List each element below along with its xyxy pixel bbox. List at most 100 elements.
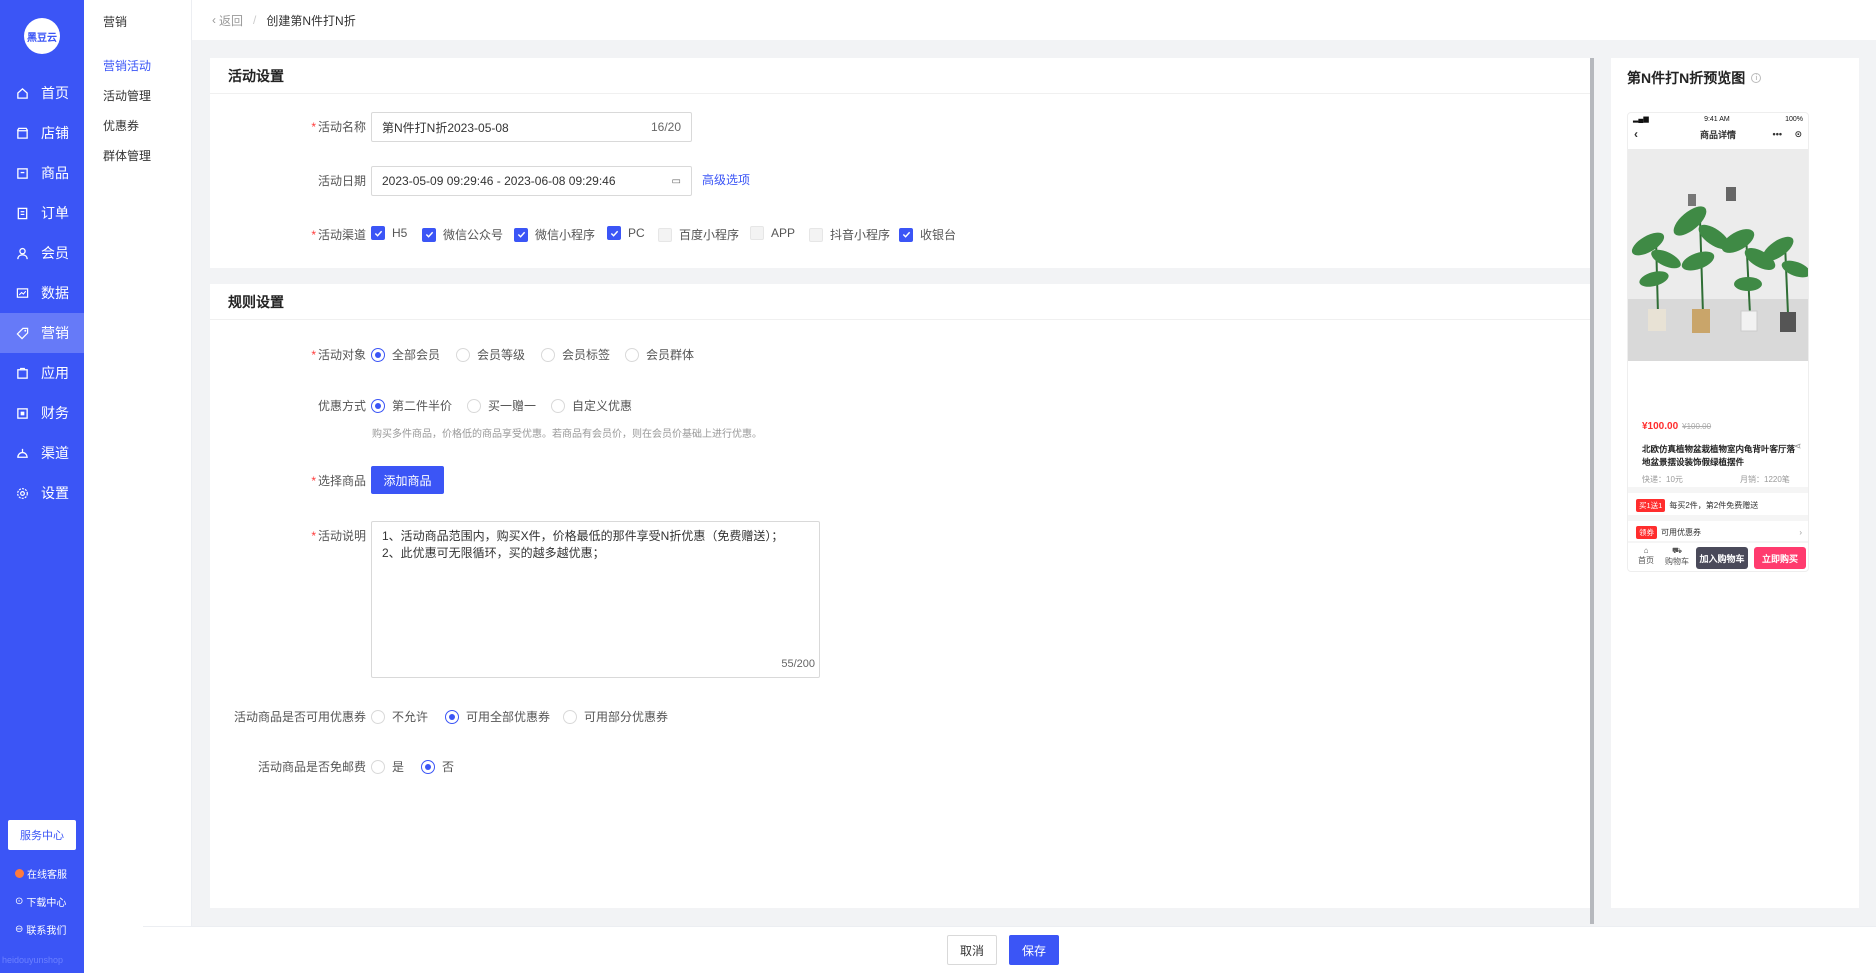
chevron-left-icon: ‹ (1634, 127, 1638, 141)
channel-label: 抖音小程序 (830, 228, 891, 242)
product-price: ¥100.00 ¥100.00 (1642, 421, 1712, 432)
phone-header-title: 商品详情 (1699, 129, 1736, 140)
nav-item-order[interactable]: 订单 (0, 193, 84, 233)
nav-item-finance[interactable]: 财务 (0, 393, 84, 433)
coupon-row[interactable]: 领券 可用优惠券 › (1636, 526, 1802, 539)
discount-custom-radio[interactable]: 自定义优惠 (551, 397, 632, 414)
main-nav: 黑豆云 首页 店铺 商品 订单 会员 数据 营销 应用 财务 渠道 设置 服务中… (0, 0, 84, 973)
channel-wechat-official-checkbox[interactable]: 微信公众号 (422, 226, 503, 243)
discount-half-price-radio[interactable]: 第二件半价 (371, 397, 452, 414)
more-icon: ••• (1772, 129, 1782, 139)
sub-item-coupons[interactable]: 优惠券 (103, 117, 139, 134)
channel-label: 收银台 (920, 228, 957, 242)
channel-douyin-checkbox[interactable]: 抖音小程序 (809, 226, 890, 243)
sub-item-group-management[interactable]: 群体管理 (103, 147, 151, 164)
checkbox-checked-icon (422, 227, 436, 242)
advanced-options-link[interactable]: 高级选项 (702, 171, 750, 188)
coupon-all-radio[interactable]: 可用全部优惠券 (445, 708, 550, 725)
activity-description-textarea[interactable]: 1、活动商品范围内，购买X件，价格最低的那件享受N折优惠（免费赠送）； 2、此优… (371, 521, 820, 678)
channel-label: H5 (392, 226, 408, 240)
divider (1628, 541, 1808, 543)
monthly-sales: 月销：1220笔 (1740, 475, 1790, 484)
radio-label: 会员标签 (562, 348, 611, 362)
online-support-link[interactable]: 在线客服 (15, 866, 67, 881)
free-shipping-yes-radio[interactable]: 是 (371, 758, 404, 775)
radio-selected (421, 759, 435, 774)
gear-icon (15, 486, 29, 500)
contact-us-link[interactable]: ⊖ 联系我们 (15, 922, 66, 937)
battery-level: 100% (1785, 115, 1803, 123)
activity-date-picker[interactable]: 2023-05-09 09:29:46 - 2023-06-08 09:29:4… (371, 166, 692, 196)
nav-item-member[interactable]: 会员 (0, 233, 84, 273)
share-icon[interactable]: ⋖ (1794, 441, 1802, 452)
sub-item-activity-management[interactable]: 活动管理 (103, 87, 151, 104)
panel-splitter[interactable] (1590, 58, 1594, 924)
phone-header: ‹ 商品详情 ••• ⊙ (1628, 125, 1808, 143)
add-goods-button[interactable]: 添加商品 (371, 466, 444, 494)
buy-now-button[interactable]: 立即购买 (1754, 547, 1806, 569)
discount-buy-one-get-one-radio[interactable]: 买一赠一 (467, 397, 536, 414)
coupon-partial-radio[interactable]: 可用部分优惠券 (563, 708, 668, 725)
divider (1628, 515, 1808, 521)
target-member-group-radio[interactable]: 会员群体 (625, 346, 694, 363)
nav-item-home[interactable]: 首页 (0, 73, 84, 113)
target-label: * 活动对象 (311, 348, 366, 362)
promotion-text: 每买2件，第2件免费赠送 (1669, 501, 1759, 510)
footer-watermark: heidouyunshop (2, 955, 64, 965)
breadcrumb: ‹ 返回 / 创建第N件打N折 (192, 0, 1876, 40)
activity-name-value: 第N件打N折2023-05-08 (382, 120, 509, 135)
activity-name-input[interactable]: 第N件打N折2023-05-08 16/20 (371, 112, 692, 142)
preview-title-text: 第N件打N折预览图 (1627, 70, 1746, 86)
nav-item-marketing[interactable]: 营销 (0, 313, 84, 353)
channel-baidu-checkbox[interactable]: 百度小程序 (658, 226, 739, 243)
checkbox-checked-icon (607, 226, 621, 240)
sub-item-marketing-activity[interactable]: 营销活动 (103, 57, 151, 74)
nav-item-label: 数据 (41, 285, 69, 301)
phone-status-bar: ▂▄▆ 9:41 AM 100% (1628, 113, 1808, 125)
channel-h5-checkbox[interactable]: H5 (371, 226, 407, 240)
target-member-tag-radio[interactable]: 会员标签 (541, 346, 610, 363)
channel-cashier-checkbox[interactable]: 收银台 (899, 226, 956, 243)
channel-app-checkbox[interactable]: APP (750, 226, 795, 240)
channel-wechat-mini-checkbox[interactable]: 微信小程序 (514, 226, 595, 243)
nav-item-goods[interactable]: 商品 (0, 153, 84, 193)
channel-label: APP (771, 226, 796, 240)
nav-item-app[interactable]: 应用 (0, 353, 84, 393)
home-icon (15, 86, 29, 100)
product-image (1628, 149, 1808, 361)
radio (371, 759, 385, 774)
add-to-cart-button[interactable]: 加入购物车 (1696, 547, 1748, 569)
channel-pc-checkbox[interactable]: PC (607, 226, 645, 240)
nav-item-label: 渠道 (41, 445, 69, 461)
target-all-members-radio[interactable]: 全部会员 (371, 346, 440, 363)
nav-item-data[interactable]: 数据 (0, 273, 84, 313)
nav-item-channel[interactable]: 渠道 (0, 433, 84, 473)
info-icon[interactable]: i (1751, 73, 1762, 83)
nav-item-label: 首页 (41, 85, 69, 101)
cancel-button[interactable]: 取消 (947, 935, 997, 965)
home-tab[interactable]: ⌂ 首页 (1636, 546, 1656, 566)
target-member-level-radio[interactable]: 会员等级 (456, 346, 525, 363)
service-center-button[interactable]: 服务中心 (8, 820, 76, 850)
nav-item-label: 应用 (41, 365, 69, 381)
brand-logo[interactable]: 黑豆云 (24, 18, 60, 54)
download-center-link[interactable]: ⊙ 下载中心 (15, 894, 66, 909)
radio-selected (445, 709, 459, 724)
coupon-not-allowed-radio[interactable]: 不允许 (371, 708, 428, 725)
cart-tab-label: 购物车 (1665, 557, 1689, 566)
nav-item-store[interactable]: 店铺 (0, 113, 84, 153)
activity-description-label: * 活动说明 (311, 529, 366, 543)
chart-icon (15, 286, 29, 300)
radio-label: 可用部分优惠券 (584, 710, 669, 724)
nav-item-label: 会员 (41, 245, 69, 261)
save-button[interactable]: 保存 (1009, 935, 1059, 965)
download-center-label: 下载中心 (26, 898, 67, 909)
cart-tab[interactable]: ⛟ 购物车 (1662, 546, 1692, 567)
nav-item-settings[interactable]: 设置 (0, 473, 84, 513)
char-counter: 55/200 (781, 658, 815, 670)
free-shipping-no-radio[interactable]: 否 (421, 758, 454, 775)
channel-icon (15, 446, 29, 460)
sub-menu: 营销 营销活动 活动管理 优惠券 群体管理 (84, 0, 192, 973)
radio (551, 398, 565, 413)
back-link[interactable]: ‹ 返回 (212, 12, 243, 29)
